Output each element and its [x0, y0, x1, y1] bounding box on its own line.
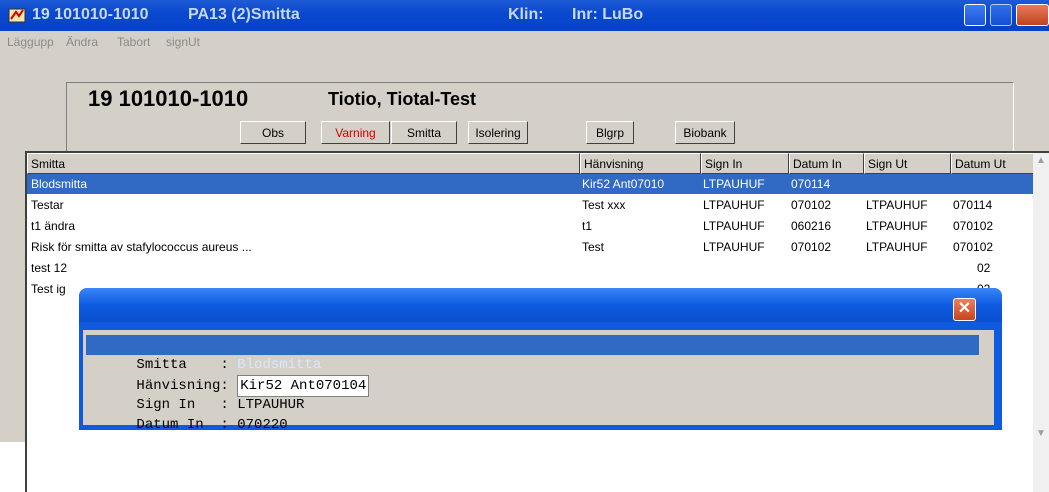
minimize-button[interactable]: [964, 4, 986, 26]
cell-smitta: Blodsmitta: [31, 177, 88, 191]
cell-sign-in: LTPAUHUF: [703, 219, 765, 233]
cell-sign-in: LTPAUHUF: [703, 177, 765, 191]
window-title-klin: Klin:: [508, 6, 544, 23]
popup-line-sign-in: Sign In : LTPAUHUR: [86, 375, 304, 413]
cell-hanvisning: Test xxx: [582, 198, 626, 212]
cell-smitta: Risk för smitta av stafylococcus aureus …: [31, 240, 252, 254]
cell-sign-ut: LTPAUHUF: [866, 198, 928, 212]
table-row[interactable]: Testar Test xxx LTPAUHUF 070102 LTPAUHUF…: [27, 195, 1037, 215]
column-header-hanvisning[interactable]: Hänvisning: [580, 153, 701, 174]
scroll-down-icon[interactable]: ▼: [1033, 426, 1049, 442]
tab-obs[interactable]: Obs: [240, 121, 306, 144]
menu-item-signut[interactable]: signUt: [166, 35, 200, 49]
menu-item-andra[interactable]: Ändra: [66, 35, 98, 49]
cell-hanvisning: t1: [582, 219, 593, 233]
column-header-sign-in[interactable]: Sign In: [701, 153, 789, 174]
app-icon: [8, 8, 26, 23]
window-title-inr: Inr: LuBo: [572, 6, 644, 23]
popup-line-hanvisning: Hänvisning: Kir52 Ant070104: [86, 355, 370, 397]
cell-smitta: test 12: [31, 261, 68, 275]
maximize-button[interactable]: [990, 4, 1012, 26]
menu-item-tabort[interactable]: Tabort: [117, 35, 150, 49]
close-button[interactable]: [1016, 4, 1049, 26]
popup-line-smitta[interactable]: Smitta : Blodsmitta: [86, 335, 979, 373]
patient-id: 19 101010-1010: [88, 86, 249, 111]
table-row[interactable]: Blodsmitta Kir52 Ant07010 LTPAUHUF 07011…: [27, 174, 1037, 194]
scroll-up-icon[interactable]: ▲: [1033, 153, 1049, 169]
cell-datum-ut: 070114: [953, 198, 993, 212]
cell-sign-in: LTPAUHUF: [703, 198, 765, 212]
cell-datum-in: 070102: [791, 240, 832, 254]
cell-hanvisning: Kir52 Ant07010: [582, 177, 665, 191]
column-header-smitta[interactable]: Smitta: [27, 153, 580, 174]
menu-item-laggupp[interactable]: Läggupp: [7, 35, 54, 49]
popup-titlebar[interactable]: [79, 288, 1002, 322]
popup-body: Smitta : Blodsmitta Hänvisning: Kir52 An…: [83, 330, 994, 433]
tab-smitta[interactable]: Smitta: [391, 121, 457, 144]
menu-bar: Läggupp Ändra Tabort signUt: [0, 31, 1049, 53]
popup-line-datum-in: Datum In : 070220: [86, 395, 287, 433]
cell-sign-in: LTPAUHUF: [703, 240, 765, 254]
cell-smitta: t1 ändra: [31, 219, 76, 233]
popup-label: Datum In :: [136, 417, 238, 433]
cell-datum-in: 060216: [791, 219, 832, 233]
vertical-scrollbar[interactable]: ▲ ▼: [1033, 153, 1049, 492]
window-titlebar[interactable]: 19 101010-1010 PA13 (2)Smitta Klin: Inr:…: [0, 0, 1049, 31]
window-title-module: PA13 (2)Smitta: [188, 6, 300, 23]
cell-datum-in: 070114: [791, 177, 831, 191]
cell-datum-ut: 070102: [953, 219, 994, 233]
cell-datum-ut: 070102: [953, 240, 994, 254]
column-header-datum-ut[interactable]: Datum Ut: [951, 153, 1035, 174]
tab-biobank[interactable]: Biobank: [675, 121, 735, 144]
cell-sign-ut: LTPAUHUF: [866, 219, 928, 233]
patient-name: Tiotio, Tiotal-Test: [328, 89, 476, 109]
window-title-id: 19 101010-1010: [32, 6, 149, 23]
table-row[interactable]: t1 ändra t1 LTPAUHUF 060216 LTPAUHUF 070…: [27, 216, 1037, 236]
cell-datum-in: 070102: [791, 198, 832, 212]
detail-popup: ✕ Smitta : Blodsmitta Hänvisning: Kir52 …: [79, 288, 1002, 433]
cell-datum-ut: 02: [977, 261, 991, 275]
tab-varning[interactable]: Varning: [321, 121, 390, 144]
cell-smitta: Testar: [31, 198, 64, 212]
column-header-datum-in[interactable]: Datum In: [789, 153, 864, 174]
table-row[interactable]: Risk för smitta av stafylococcus aureus …: [27, 237, 1037, 257]
tab-isolering[interactable]: Isolering: [468, 121, 528, 144]
table-row[interactable]: test 12 02: [27, 258, 1037, 278]
popup-value: 070220: [237, 417, 288, 433]
column-header-sign-ut[interactable]: Sign Ut: [864, 153, 951, 174]
cell-sign-ut: LTPAUHUF: [866, 240, 928, 254]
tab-blgrp[interactable]: Blgrp: [586, 121, 634, 144]
popup-close-button[interactable]: ✕: [953, 298, 976, 321]
cell-hanvisning: Test: [582, 240, 605, 254]
